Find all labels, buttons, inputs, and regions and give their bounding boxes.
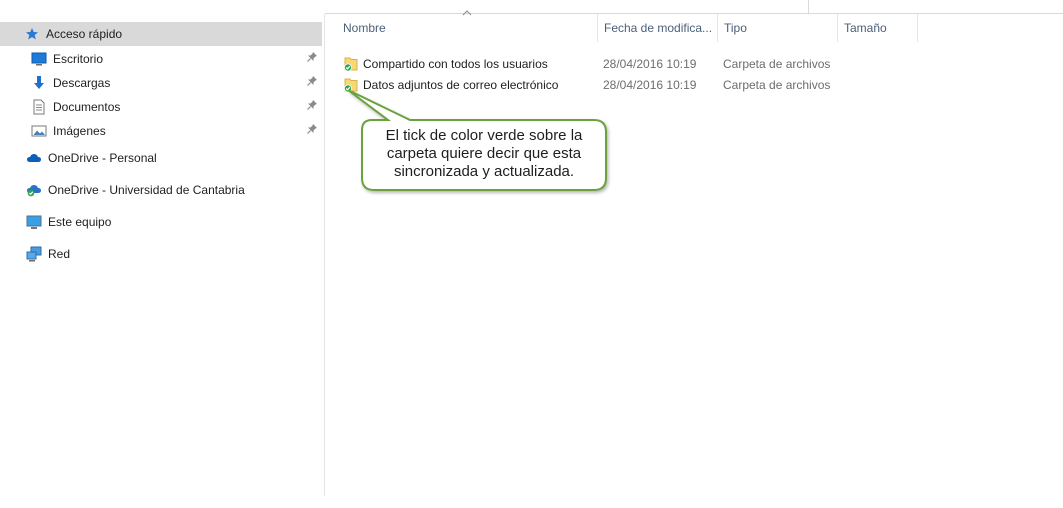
callout-line: El tick de color verde sobre la xyxy=(385,127,583,144)
onedrive-business-icon xyxy=(26,182,42,198)
nav-item-label: Documentos xyxy=(53,100,121,114)
column-header-date[interactable]: Fecha de modifica... xyxy=(598,14,717,42)
file-name: Compartido con todos los usuarios xyxy=(363,57,548,71)
column-separator[interactable] xyxy=(917,14,918,42)
nav-item-desktop[interactable]: Escritorio xyxy=(0,47,322,71)
callout-text: El tick de color verde sobre la carpeta … xyxy=(366,127,602,181)
pin-icon[interactable] xyxy=(306,123,320,137)
callout-line: sincronizada y actualizada. xyxy=(393,163,575,180)
file-type: Carpeta de archivos xyxy=(723,57,831,71)
nav-item-quick-access[interactable]: Acceso rápido xyxy=(0,22,322,46)
nav-item-label: Red xyxy=(48,247,71,261)
nav-item-documents[interactable]: Documentos xyxy=(0,95,322,119)
pin-icon[interactable] xyxy=(306,99,320,113)
nav-item-this-pc[interactable]: Este equipo xyxy=(0,210,322,234)
search-box-edge xyxy=(808,0,809,14)
nav-item-label: Acceso rápido xyxy=(46,27,123,41)
nav-item-label: Escritorio xyxy=(53,52,104,66)
star-icon xyxy=(24,26,40,42)
pictures-icon xyxy=(31,123,47,139)
table-row[interactable]: Compartido con todos los usuarios 28/04/… xyxy=(340,54,840,75)
nav-item-pictures[interactable]: Imágenes xyxy=(0,119,322,143)
nav-item-onedrive-business[interactable]: OneDrive - Universidad de Cantabria xyxy=(0,178,322,202)
column-header-name[interactable]: Nombre xyxy=(337,14,597,42)
nav-item-label: Descargas xyxy=(53,76,111,90)
download-icon xyxy=(31,75,47,91)
address-bar-edge xyxy=(325,0,1063,14)
pin-icon[interactable] xyxy=(306,75,320,89)
pane-splitter[interactable] xyxy=(324,14,325,496)
file-type: Carpeta de archivos xyxy=(723,78,831,92)
computer-icon xyxy=(26,214,42,230)
desktop-icon xyxy=(31,51,47,67)
file-date: 28/04/2016 10:19 xyxy=(603,57,697,71)
navigation-pane: Acceso rápido Escritorio Descargas Docum… xyxy=(0,0,325,508)
folder-synced-icon xyxy=(343,56,359,72)
onedrive-icon xyxy=(26,150,42,166)
nav-item-network[interactable]: Red xyxy=(0,242,322,266)
documents-icon xyxy=(31,99,47,115)
callout-line: carpeta quiere decir que esta xyxy=(386,145,582,162)
network-icon xyxy=(26,246,42,262)
column-header-type[interactable]: Tipo xyxy=(718,14,837,42)
pin-icon[interactable] xyxy=(306,51,320,65)
column-header-size[interactable]: Tamaño xyxy=(838,14,917,42)
nav-item-label: OneDrive - Universidad de Cantabria xyxy=(48,183,245,197)
nav-item-label: OneDrive - Personal xyxy=(48,151,157,165)
nav-item-downloads[interactable]: Descargas xyxy=(0,71,322,95)
nav-item-onedrive-personal[interactable]: OneDrive - Personal xyxy=(0,146,322,170)
nav-item-label: Imágenes xyxy=(53,124,106,138)
nav-item-label: Este equipo xyxy=(48,215,112,229)
